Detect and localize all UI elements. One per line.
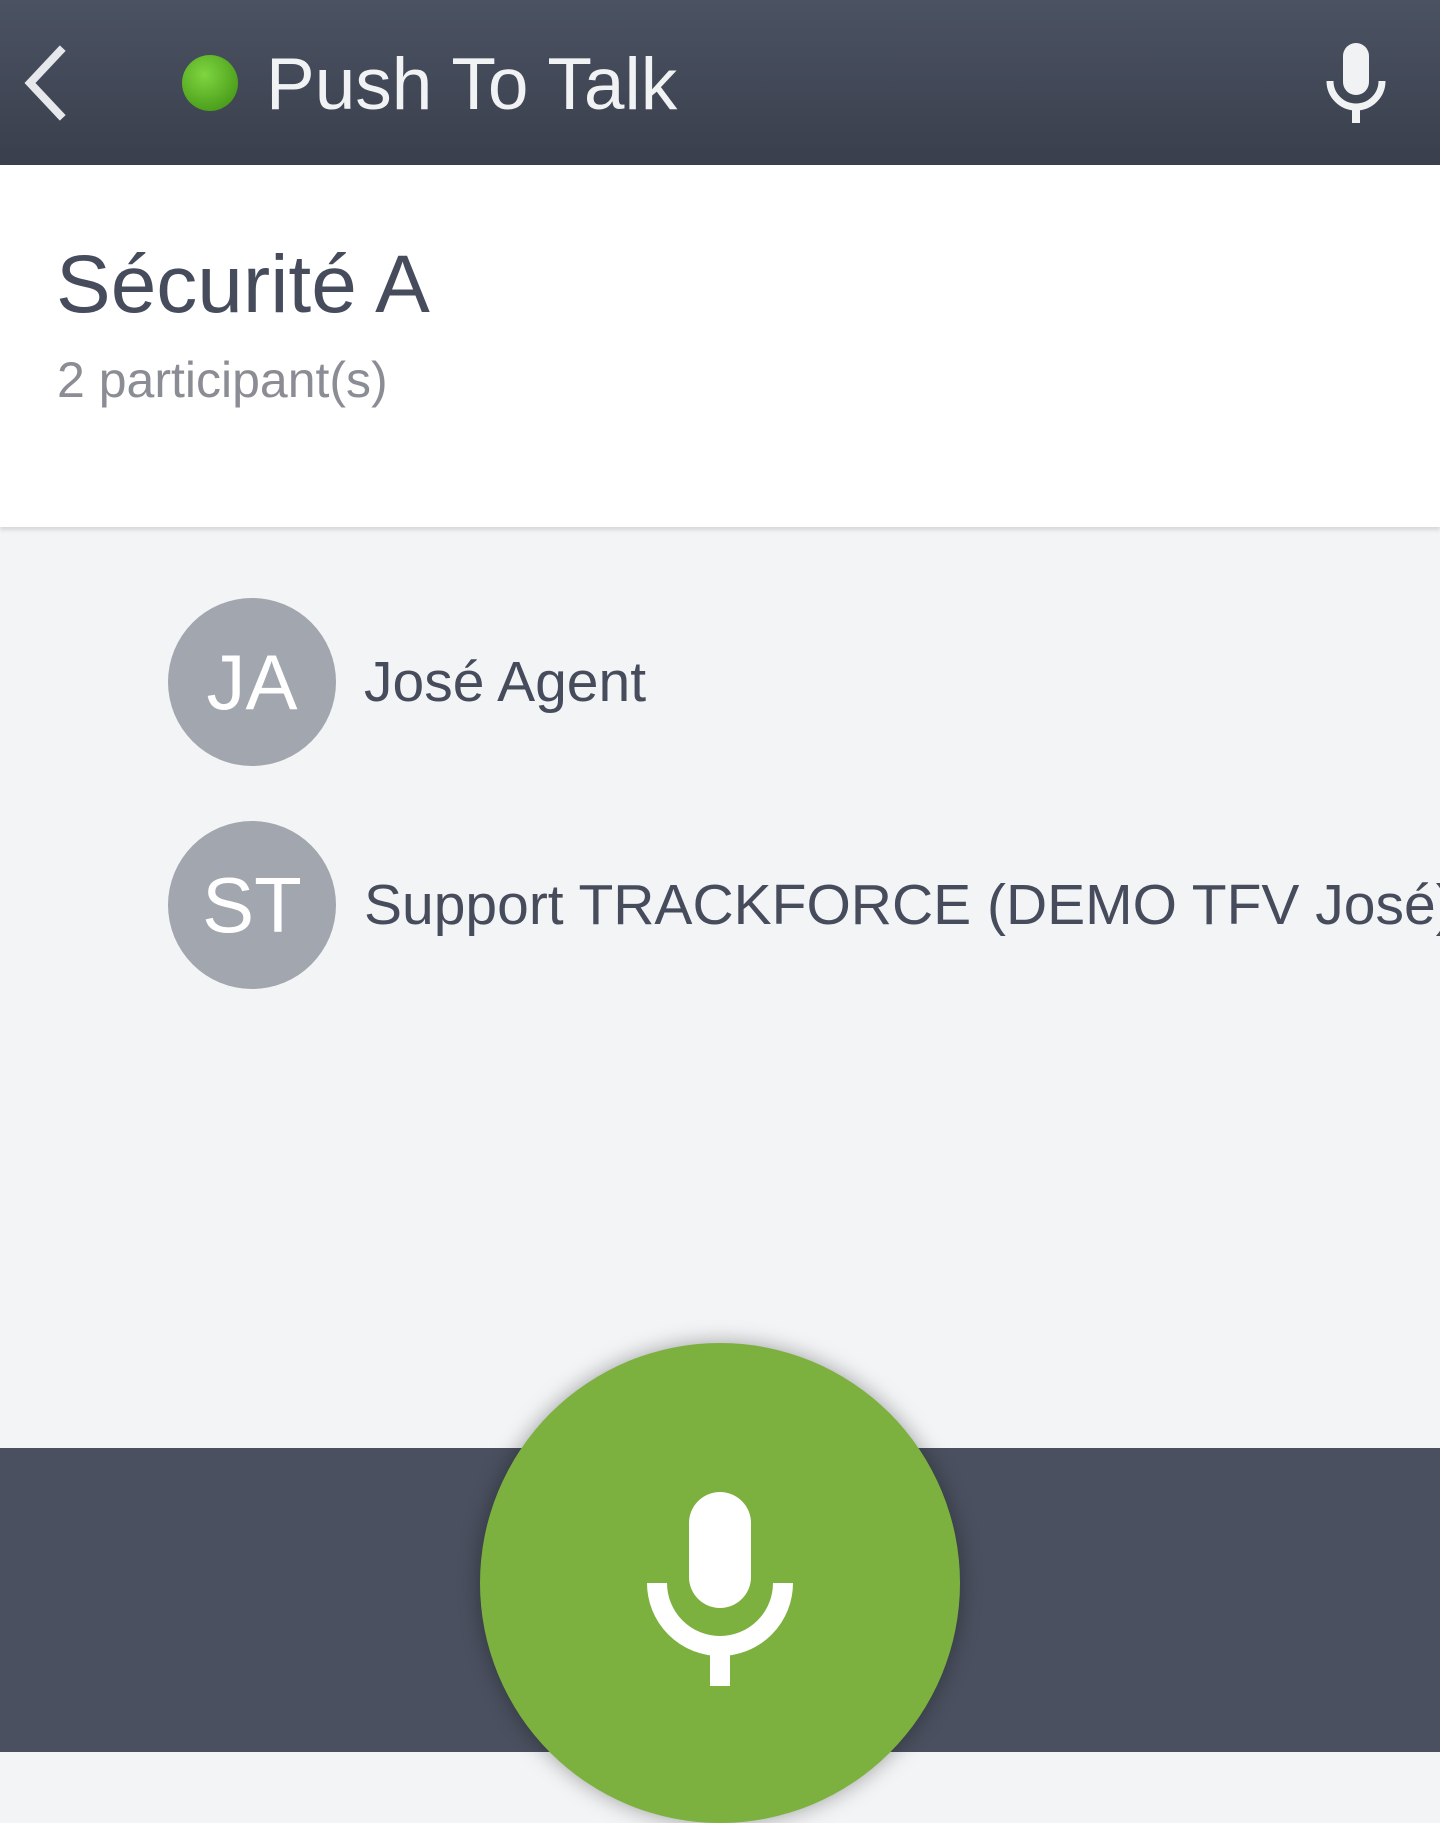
participant-name: José Agent (364, 650, 647, 714)
participant-item[interactable]: JA José Agent (168, 598, 646, 766)
chevron-left-icon (24, 44, 66, 121)
participant-count: 2 participant(s) (57, 352, 388, 408)
group-name: Sécurité A (56, 239, 430, 330)
group-header: Sécurité A 2 participant(s) (0, 165, 1440, 527)
app-bar: Push To Talk (0, 0, 1440, 165)
status-indicator (182, 55, 238, 111)
microphone-button[interactable] (1316, 32, 1396, 132)
microphone-icon (647, 1492, 793, 1686)
avatar: JA (168, 598, 336, 766)
participant-name: Support TRACKFORCE (DEMO TFV José) (364, 873, 1440, 937)
avatar: ST (168, 821, 336, 989)
participant-item[interactable]: ST Support TRACKFORCE (DEMO TFV José) (168, 821, 1440, 989)
push-to-talk-button[interactable] (480, 1343, 960, 1823)
microphone-icon (1326, 43, 1386, 123)
back-button[interactable] (10, 40, 80, 125)
page-title: Push To Talk (266, 44, 678, 125)
